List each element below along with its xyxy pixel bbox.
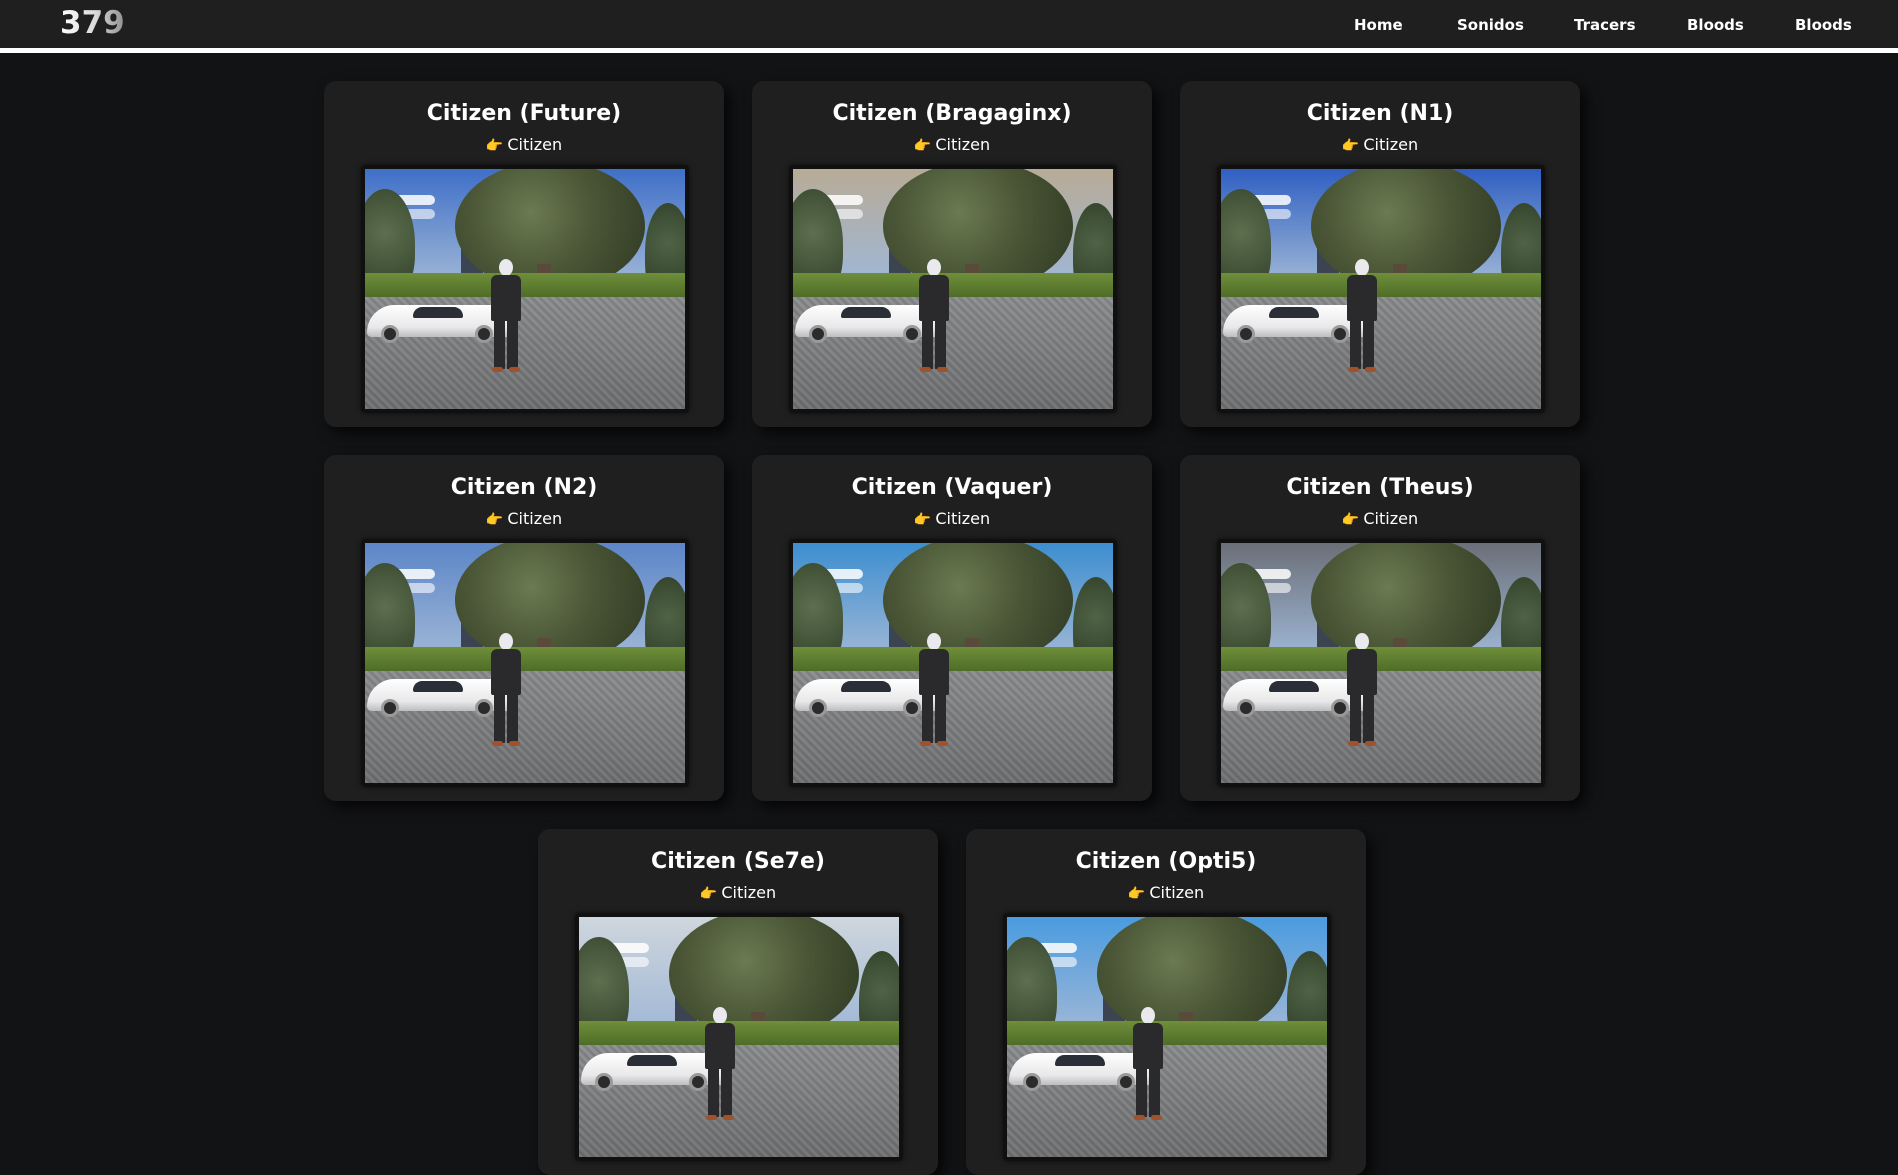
citizen-card[interactable]: Citizen (Theus) 👉 Citizen <box>1180 455 1580 801</box>
top-navbar: 379 Home Sonidos Tracers Bloods Bloods <box>0 0 1898 48</box>
navbar-divider <box>0 48 1898 53</box>
card-preview-image[interactable] <box>361 165 689 413</box>
card-preview-image[interactable] <box>789 165 1117 413</box>
pointing-hand-icon: 👉 <box>913 138 932 154</box>
citizen-card[interactable]: Citizen (Opti5) 👉 Citizen <box>966 829 1366 1175</box>
card-preview-image[interactable] <box>361 539 689 787</box>
card-role-label: Citizen <box>1363 509 1419 528</box>
card-title: Citizen (Bragaginx) <box>832 101 1072 126</box>
citizen-card[interactable]: Citizen (Bragaginx) 👉 Citizen <box>752 81 1152 427</box>
card-role-label: Citizen <box>935 509 991 528</box>
nav-link-bloods-2[interactable]: Bloods <box>1795 16 1852 34</box>
card-role-label: Citizen <box>935 135 991 154</box>
card-role: 👉 Citizen <box>324 509 724 528</box>
pointing-hand-icon: 👉 <box>699 886 718 902</box>
site-logo[interactable]: 379 <box>60 5 125 41</box>
nav-link-sonidos[interactable]: Sonidos <box>1457 16 1524 34</box>
card-preview-image[interactable] <box>789 539 1117 787</box>
nav-link-tracers[interactable]: Tracers <box>1574 16 1636 34</box>
card-role: 👉 Citizen <box>1180 135 1580 154</box>
card-title: Citizen (N1) <box>1306 101 1454 126</box>
card-role: 👉 Citizen <box>752 509 1152 528</box>
citizen-card[interactable]: Citizen (Future) 👉 Citizen <box>324 81 724 427</box>
pointing-hand-icon: 👉 <box>1341 512 1360 528</box>
card-role: 👉 Citizen <box>752 135 1152 154</box>
pointing-hand-icon: 👉 <box>1341 138 1360 154</box>
card-role: 👉 Citizen <box>324 135 724 154</box>
card-preview-image[interactable] <box>1217 539 1545 787</box>
card-title: Citizen (N2) <box>450 475 598 500</box>
card-title: Citizen (Se7e) <box>651 849 825 874</box>
pointing-hand-icon: 👉 <box>485 512 504 528</box>
citizen-card[interactable]: Citizen (N1) 👉 Citizen <box>1180 81 1580 427</box>
nav-link-bloods[interactable]: Bloods <box>1687 16 1744 34</box>
card-preview-image[interactable] <box>575 913 903 1161</box>
citizen-card[interactable]: Citizen (Se7e) 👉 Citizen <box>538 829 938 1175</box>
card-role-label: Citizen <box>1149 883 1205 902</box>
card-preview-image[interactable] <box>1217 165 1545 413</box>
card-role-label: Citizen <box>721 883 777 902</box>
card-role: 👉 Citizen <box>966 883 1366 902</box>
citizen-card[interactable]: Citizen (N2) 👉 Citizen <box>324 455 724 801</box>
card-preview-image[interactable] <box>1003 913 1331 1161</box>
card-role: 👉 Citizen <box>1180 509 1580 528</box>
pointing-hand-icon: 👉 <box>1127 886 1146 902</box>
pointing-hand-icon: 👉 <box>485 138 504 154</box>
pointing-hand-icon: 👉 <box>913 512 932 528</box>
card-title: Citizen (Future) <box>426 101 622 126</box>
card-role-label: Citizen <box>507 509 563 528</box>
nav-link-home[interactable]: Home <box>1354 16 1403 34</box>
card-role: 👉 Citizen <box>538 883 938 902</box>
card-role-label: Citizen <box>507 135 563 154</box>
card-role-label: Citizen <box>1363 135 1419 154</box>
card-title: Citizen (Theus) <box>1286 475 1474 500</box>
card-title: Citizen (Vaquer) <box>851 475 1053 500</box>
card-title: Citizen (Opti5) <box>1075 849 1257 874</box>
citizen-card[interactable]: Citizen (Vaquer) 👉 Citizen <box>752 455 1152 801</box>
